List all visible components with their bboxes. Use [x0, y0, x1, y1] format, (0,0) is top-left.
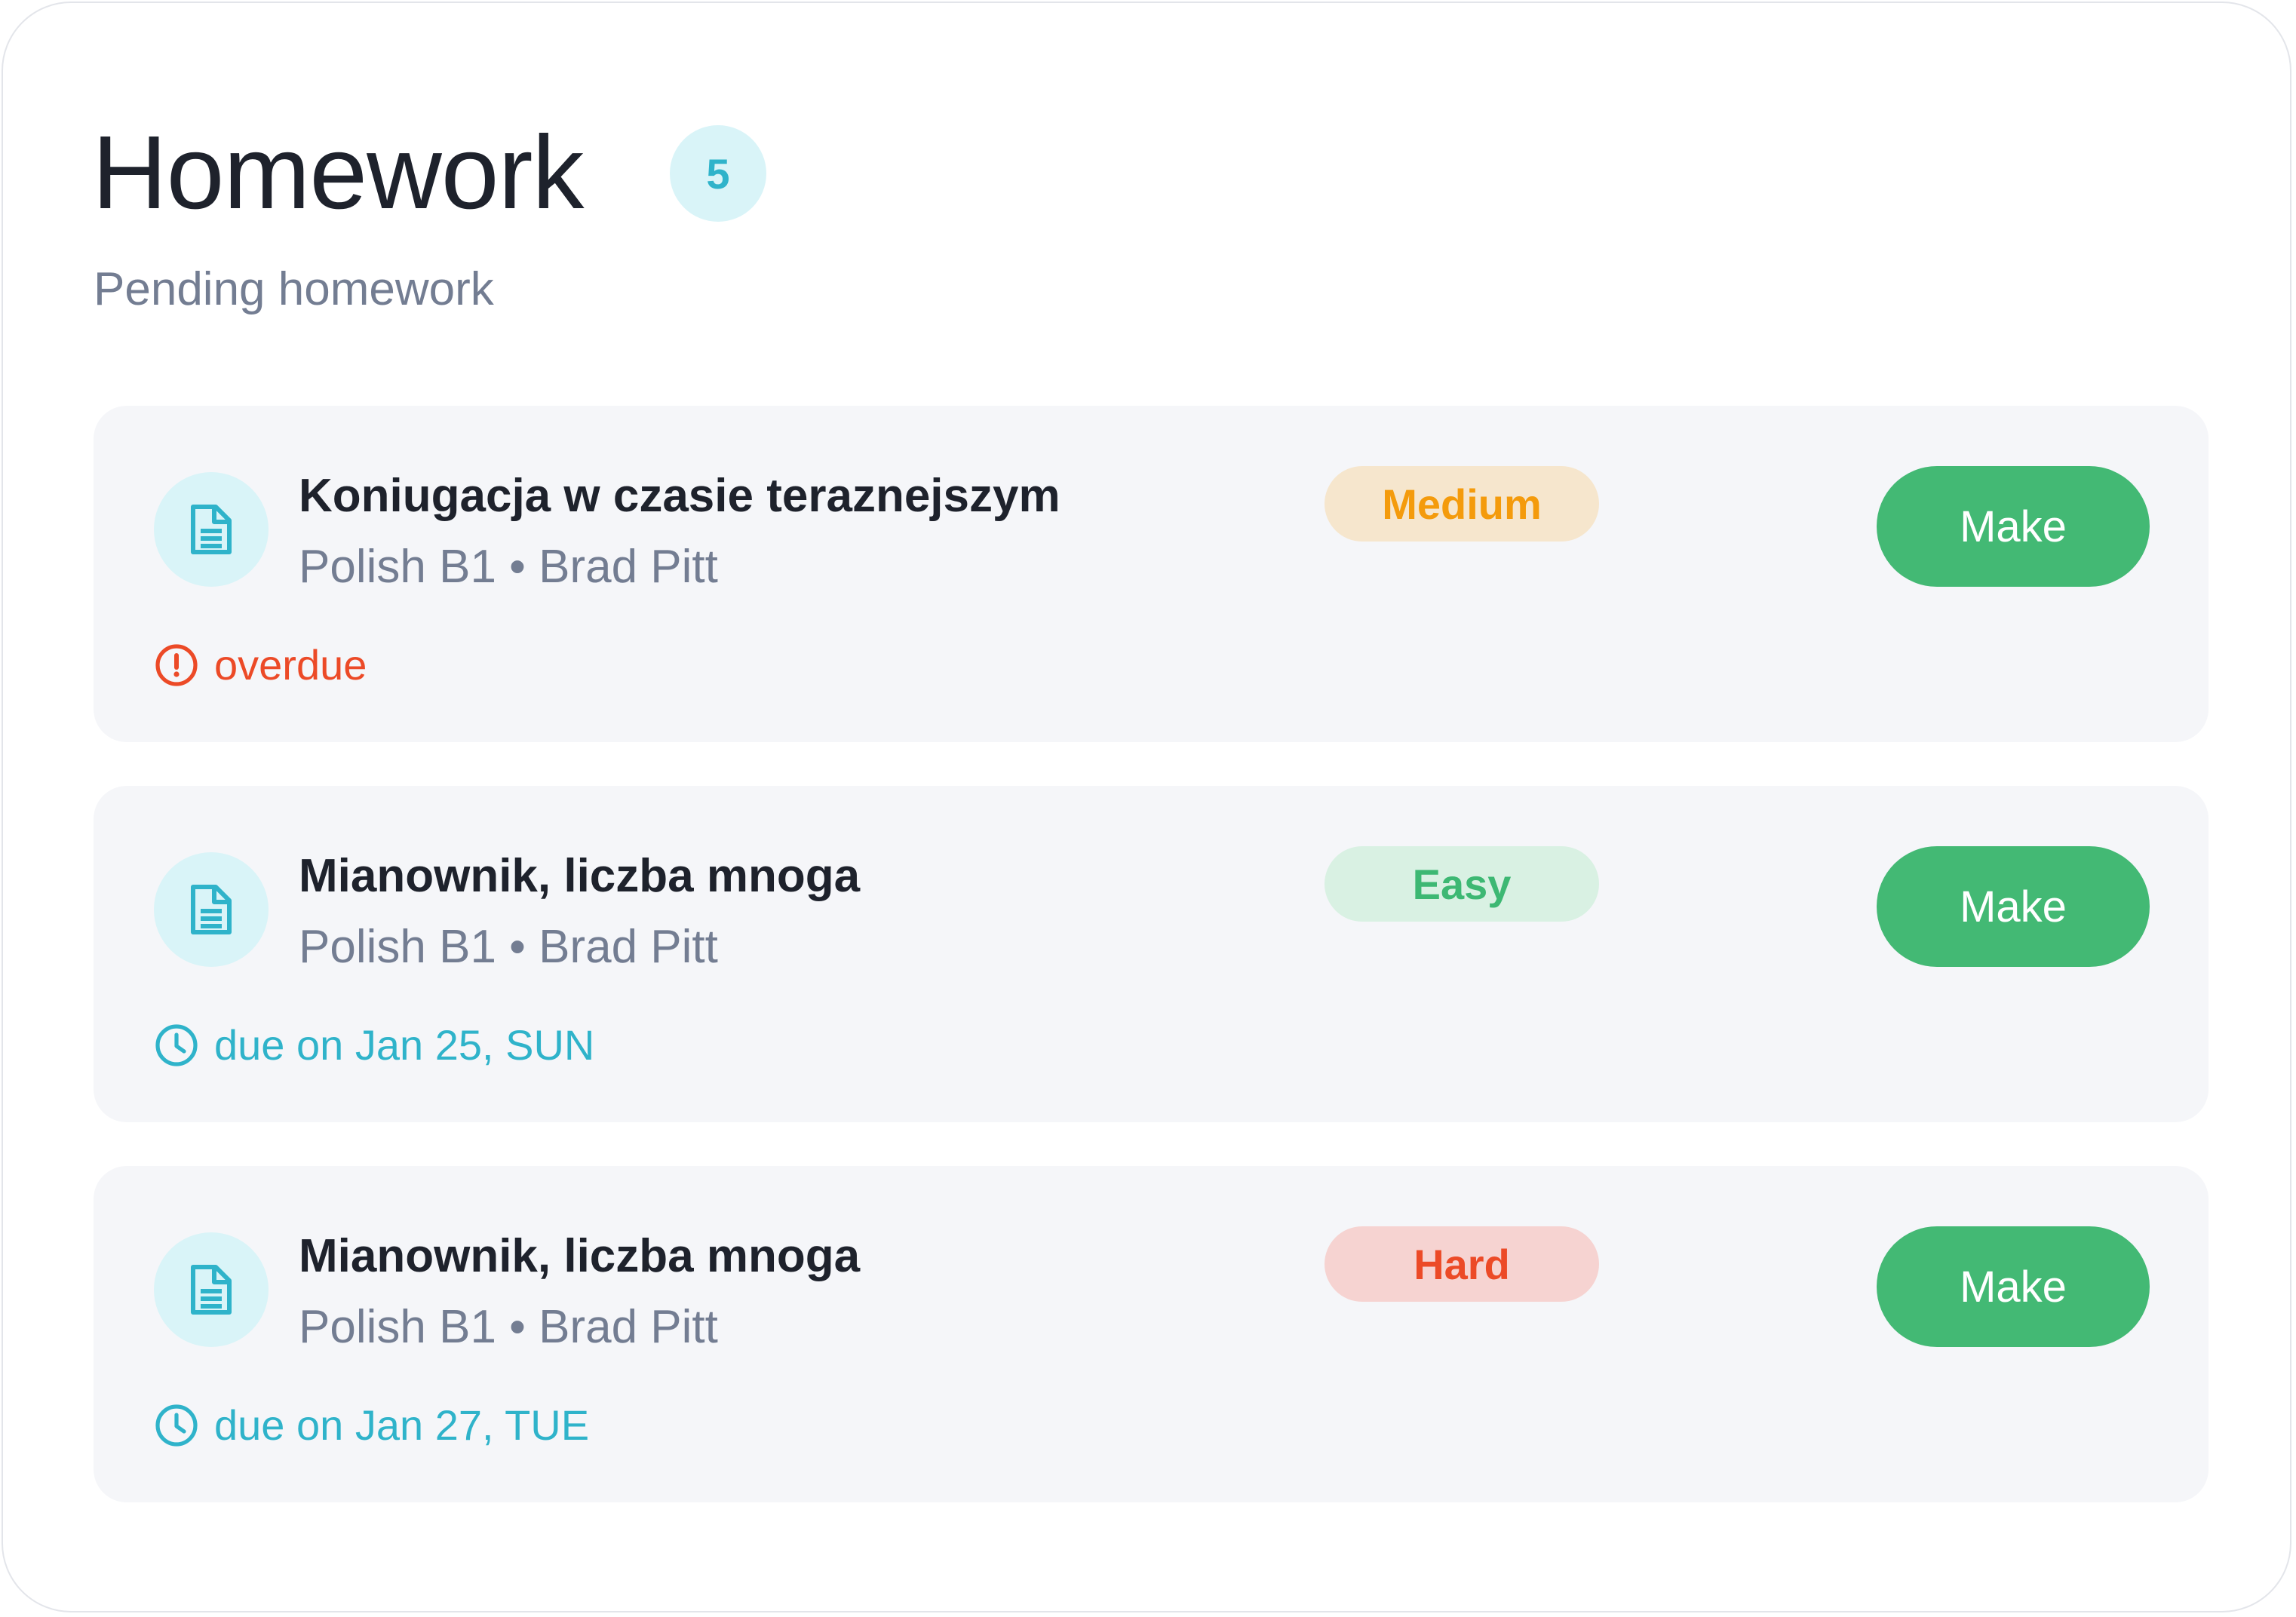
homework-item[interactable]: Mianownik, liczba mnoga Polish B1 • Brad… [94, 786, 2209, 1122]
homework-card: Homework 5 Pending homework Koniugacja w… [2, 2, 2291, 1612]
count-badge: 5 [670, 125, 766, 222]
make-button[interactable]: Make [1877, 846, 2150, 967]
homework-status: due on Jan 27, TUE [154, 1395, 589, 1456]
status-text: overdue [214, 641, 367, 689]
status-text: due on Jan 27, TUE [214, 1401, 590, 1449]
homework-item[interactable]: Koniugacja w czasie teraznejszym Polish … [94, 406, 2209, 742]
page-subtitle: Pending homework [94, 263, 494, 315]
difficulty-badge: Hard [1324, 1226, 1599, 1302]
homework-item[interactable]: Mianownik, liczba mnoga Polish B1 • Brad… [94, 1166, 2209, 1502]
homework-meta: Polish B1 • Brad Pitt [299, 541, 718, 593]
homework-status: overdue [154, 635, 367, 695]
make-button[interactable]: Make [1877, 1226, 2150, 1347]
document-icon [154, 472, 269, 587]
document-icon [154, 852, 269, 967]
difficulty-badge: Easy [1324, 846, 1599, 922]
clock-icon [154, 1023, 199, 1068]
homework-meta: Polish B1 • Brad Pitt [299, 1301, 718, 1353]
homework-title: Koniugacja w czasie teraznejszym [299, 470, 1061, 522]
alert-circle-icon [154, 643, 199, 688]
difficulty-badge: Medium [1324, 466, 1599, 542]
status-text: due on Jan 25, SUN [214, 1021, 595, 1069]
clock-icon [154, 1403, 199, 1448]
homework-title: Mianownik, liczba mnoga [299, 850, 861, 902]
homework-status: due on Jan 25, SUN [154, 1015, 594, 1075]
page-title: Homework [92, 115, 584, 231]
homework-title: Mianownik, liczba mnoga [299, 1230, 861, 1282]
document-icon [154, 1232, 269, 1347]
make-button[interactable]: Make [1877, 466, 2150, 587]
homework-meta: Polish B1 • Brad Pitt [299, 921, 718, 973]
